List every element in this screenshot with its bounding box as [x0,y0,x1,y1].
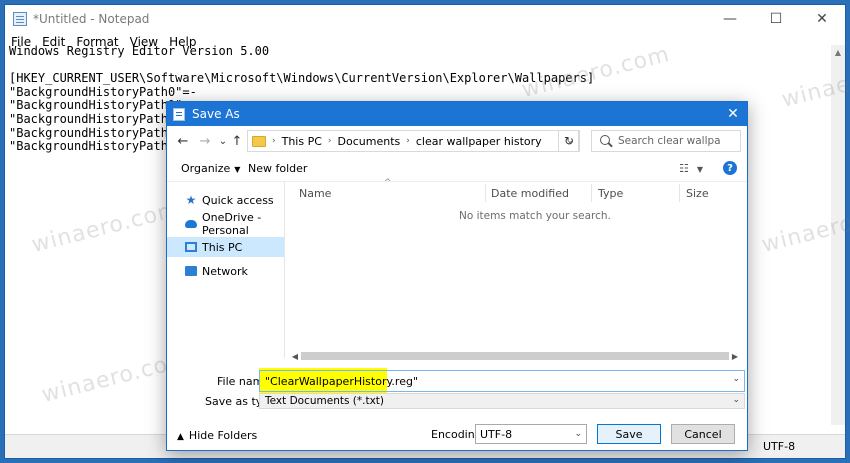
dialog-close-button[interactable]: ✕ [719,102,747,126]
view-icon: ☷ [679,162,689,175]
file-list: Name ^ Date modified Type Size No items … [289,178,741,361]
column-header-date-modified[interactable]: Date modified [491,182,569,204]
nav-item-this-pc[interactable]: This PC [167,237,284,257]
nav-item-label: Network [202,264,248,278]
notepad-title: *Untitled - Notepad [33,12,150,26]
change-view-button[interactable]: ☷ ▼ [679,162,703,175]
save-as-type-select[interactable]: Text Documents (*.txt) ⌄ [259,393,745,409]
minimize-button[interactable]: — [707,5,753,33]
network-icon [185,266,197,276]
empty-folder-message: No items match your search. [459,210,611,222]
breadcrumb-this-pc[interactable]: This PC [282,135,322,148]
nav-item-label: Quick access [202,193,274,207]
breadcrumb-current-folder[interactable]: clear wallpaper history [416,135,542,148]
hide-folders-label: Hide Folders [188,429,258,442]
cancel-button[interactable]: Cancel [671,424,735,444]
breadcrumb-separator: › [272,136,276,146]
dialog-title: Save As [192,107,240,121]
notepad-icon [173,107,185,121]
column-divider[interactable] [591,184,592,202]
dialog-toolbar: Organize ▼ New folder ☷ ▼ ? [167,156,747,182]
up-arrow-icon[interactable]: ↑ [229,133,245,149]
address-bar[interactable]: › This PC › Documents › clear wallpaper … [247,130,579,152]
save-button[interactable]: Save [597,424,661,444]
back-arrow-icon[interactable]: ← [175,133,191,149]
horizontal-scrollbar[interactable]: ◀ ▶ [289,350,741,362]
text-line [9,59,833,73]
column-header-name[interactable]: Name [299,182,331,204]
save-as-type-value: Text Documents (*.txt) [265,395,385,407]
forward-arrow-icon[interactable]: → [197,133,213,149]
file-name-input[interactable] [260,374,720,388]
scroll-left-icon[interactable]: ◀ [289,352,301,361]
scroll-right-icon[interactable]: ▶ [729,352,741,361]
notepad-vertical-scrollbar[interactable]: ▲ [831,45,845,425]
folder-icon [252,135,266,147]
text-line: [HKEY_CURRENT_USER\Software\Microsoft\Wi… [9,71,595,86]
chevron-down-icon: ⌄ [732,395,740,405]
encoding-value: UTF-8 [480,427,513,441]
encoding-select[interactable]: UTF-8 ⌄ [475,424,587,444]
scroll-up-icon[interactable]: ▲ [831,45,845,59]
address-row: ← → ⌄ ↑ › This PC › Documents › clear wa… [167,126,747,156]
chevron-down-icon: ▼ [696,165,704,174]
navigation-pane: ★ Quick access OneDrive - Personal This … [167,182,284,358]
breadcrumb-separator: › [327,136,332,146]
dialog-footer: ▲ Hide Folders Encoding: UTF-8 ⌄ Save Can… [167,416,747,450]
save-as-dialog: Save As ✕ ← → ⌄ ↑ › This PC › Documents … [166,101,748,451]
dialog-title-bar: Save As ✕ [167,102,747,126]
text-line: Windows Registry Editor Version 5.00 [9,45,270,58]
cloud-icon [185,220,197,228]
notepad-app-icon [13,12,27,26]
column-header-size[interactable]: Size [686,182,709,204]
organize-button[interactable]: Organize ▼ [181,162,240,175]
text-line: "BackgroundHistoryPath0"=- [9,84,197,99]
notepad-title-bar: *Untitled - Notepad — ☐ ✕ [5,5,845,33]
refresh-button[interactable]: ↻ [558,130,580,152]
hide-folders-button[interactable]: ▲ Hide Folders [177,429,257,442]
star-icon: ★ [185,193,197,207]
help-icon[interactable]: ? [723,161,737,175]
column-divider[interactable] [485,184,486,202]
breadcrumb-documents[interactable]: Documents [338,135,401,148]
nav-item-label: OneDrive - Personal [202,211,262,237]
computer-icon [185,242,197,252]
nav-item-onedrive[interactable]: OneDrive - Personal [167,211,284,237]
nav-item-network[interactable]: Network [167,261,284,281]
chevron-down-icon: ⌄ [574,429,582,439]
search-icon [600,135,610,145]
chevron-up-icon: ▲ [177,432,184,442]
sort-ascending-icon: ^ [384,178,392,188]
nav-item-quick-access[interactable]: ★ Quick access [167,190,284,210]
breadcrumb-separator: › [406,136,410,146]
new-folder-button[interactable]: New folder [248,162,307,175]
nav-pane-divider[interactable] [284,182,285,358]
nav-item-label: This PC [202,240,243,254]
scrollbar-thumb[interactable] [301,352,729,360]
organize-label: Organize [181,162,231,175]
close-button[interactable]: ✕ [799,5,845,33]
chevron-down-icon[interactable]: ⌄ [732,374,740,384]
column-header-type[interactable]: Type [598,182,623,204]
status-encoding: UTF-8 [763,440,796,453]
maximize-button[interactable]: ☐ [753,5,799,33]
chevron-down-icon: ▼ [234,165,241,174]
file-name-field[interactable]: ⌄ [259,370,745,392]
search-box[interactable] [591,130,741,152]
column-divider[interactable] [679,184,680,202]
